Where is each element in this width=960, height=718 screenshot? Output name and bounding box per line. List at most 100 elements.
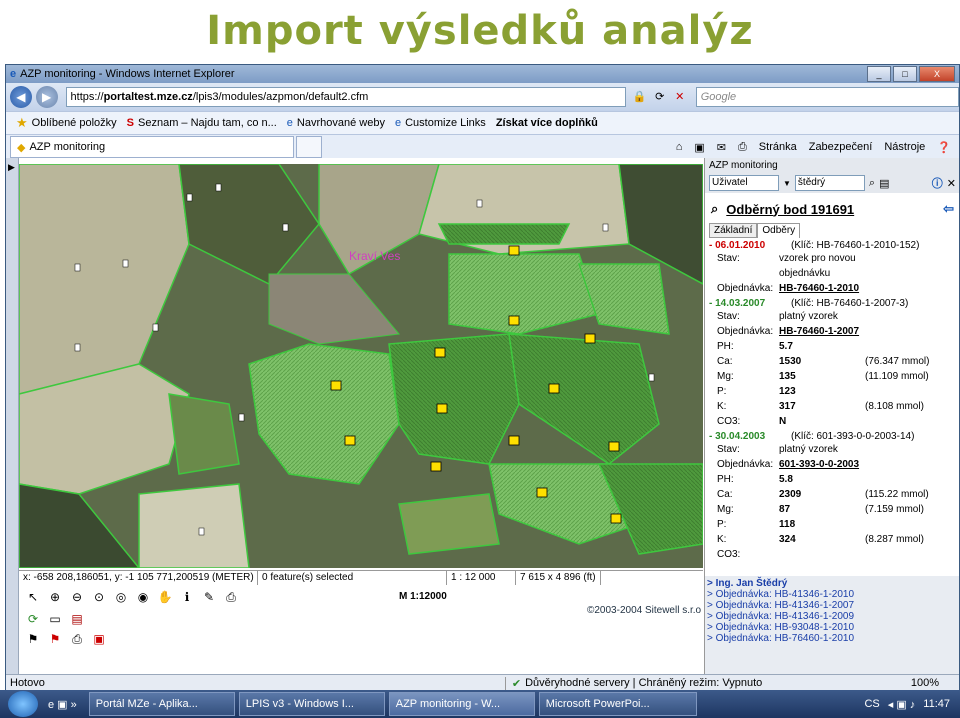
- back-arrow-icon[interactable]: ⇦: [943, 201, 954, 217]
- flag-red-icon[interactable]: ⚑: [47, 631, 63, 647]
- forward-button[interactable]: ▶: [35, 86, 58, 108]
- binoculars-icon[interactable]: ⌕: [869, 177, 875, 190]
- record-row: P: 123: [717, 384, 956, 399]
- tab-azp-monitoring[interactable]: ◆ AZP monitoring: [10, 136, 294, 158]
- print-icon[interactable]: ⎙: [738, 141, 747, 154]
- quicklaunch-icons[interactable]: e ▣ »: [48, 698, 77, 711]
- expand-arrow-icon[interactable]: ▶: [8, 162, 18, 173]
- back-button[interactable]: ◀: [10, 86, 32, 108]
- user-search-input[interactable]: štědrý: [794, 175, 865, 191]
- fav-link-addons[interactable]: Získat více doplňků: [496, 117, 598, 129]
- taskbar-item-portal[interactable]: Portál MZe - Aplika...: [88, 692, 235, 716]
- url-host: portaltest.mze.cz: [103, 91, 193, 103]
- user-type-select[interactable]: Uživatel: [709, 175, 779, 191]
- feeds-icon[interactable]: ▣: [694, 141, 704, 154]
- identify-icon[interactable]: ℹ: [179, 589, 195, 605]
- tray-icons[interactable]: ◂ ▣ ♪: [888, 698, 916, 711]
- record-field-value: 1530: [779, 356, 802, 367]
- fav-link-customize[interactable]: e Customize Links: [395, 117, 486, 129]
- order-link[interactable]: > Objednávka: HB-93048-1-2010: [707, 622, 959, 633]
- record-field-value: 123: [779, 386, 796, 397]
- flag-icon[interactable]: ⚑: [25, 631, 41, 647]
- map-view[interactable]: Kraví Ves: [19, 164, 703, 568]
- home-icon[interactable]: ⌂: [676, 141, 683, 153]
- order-link[interactable]: 601-393-0-0-2003: [779, 457, 865, 472]
- taskbar-item-azp[interactable]: AZP monitoring - W...: [388, 692, 535, 716]
- record-date[interactable]: - 06.01.2010: [709, 240, 779, 251]
- order-link[interactable]: > Objednávka: HB-41346-1-2007: [707, 600, 959, 611]
- layer-icon[interactable]: ▤: [69, 611, 85, 627]
- order-link[interactable]: > Objednávka: HB-41346-1-2009: [707, 611, 959, 622]
- url-field[interactable]: https:// portaltest.mze.cz /lpis3/module…: [65, 87, 626, 107]
- order-link[interactable]: HB-76460-1-2007: [779, 324, 865, 339]
- tools-menu[interactable]: Nástroje: [884, 141, 925, 153]
- start-button[interactable]: [8, 691, 38, 717]
- page-icon: ◆: [17, 141, 26, 154]
- taskbar-item-powerpoint[interactable]: Microsoft PowerPoi...: [538, 692, 697, 716]
- record-field-label: CO3:: [717, 416, 741, 427]
- taskbar-item-lpis[interactable]: LPIS v3 - Windows I...: [238, 692, 385, 716]
- record-field-label: Objednávka:: [717, 326, 774, 337]
- order-link[interactable]: HB-76460-1-2010: [779, 281, 865, 296]
- zoom-level[interactable]: 100%: [911, 677, 939, 689]
- zoom-window-icon[interactable]: ⊙: [91, 589, 107, 605]
- search-input[interactable]: Google: [695, 87, 959, 107]
- record-field-label: Objednávka:: [717, 459, 774, 470]
- close-panel-icon[interactable]: ✕: [947, 177, 956, 190]
- new-tab-button[interactable]: [296, 136, 322, 158]
- browser-window: e AZP monitoring - Windows Internet Expl…: [5, 64, 960, 691]
- taskbar: e ▣ » Portál MZe - Aplika... LPIS v3 - W…: [0, 690, 960, 718]
- fav-link-seznam[interactable]: S Seznam – Najdu tam, co n...: [127, 117, 277, 129]
- record-field-label: Stav:: [717, 253, 740, 264]
- refresh-icon[interactable]: ⟳: [652, 89, 668, 105]
- lock-icon[interactable]: 🔒: [632, 89, 648, 105]
- mail-icon[interactable]: ✉: [717, 141, 726, 154]
- export-icon[interactable]: ▣: [91, 631, 107, 647]
- close-button[interactable]: X: [919, 66, 955, 82]
- expand-panel-strip[interactable]: ▶: [6, 158, 19, 674]
- record-field-value: 2309: [779, 489, 802, 500]
- sample-record: - 14.03.2007 (Klíč: HB-76460-1-2007-3) Sta…: [705, 298, 959, 429]
- zoom-in-icon[interactable]: ⊕: [47, 589, 63, 605]
- record-date[interactable]: - 14.03.2007: [709, 298, 779, 309]
- orthophoto-map[interactable]: Kraví Ves: [19, 164, 703, 568]
- security-menu[interactable]: Zabezpečení: [809, 141, 873, 153]
- zoom-full-icon[interactable]: ◉: [135, 589, 151, 605]
- ruler-icon[interactable]: ▭: [47, 611, 63, 627]
- copyright-text: ©2003-2004 Sitewell s.r.o: [587, 605, 702, 616]
- fav-link-suggested[interactable]: e Navrhované weby: [287, 117, 385, 129]
- record-field-mmol: (8.287 mmol): [865, 534, 924, 545]
- printer-icon[interactable]: ⎙: [69, 631, 85, 647]
- language-indicator[interactable]: CS: [864, 698, 879, 710]
- info-icon[interactable]: ⓘ: [932, 175, 943, 191]
- search-icon[interactable]: ⌕: [711, 201, 718, 217]
- help-icon[interactable]: ❓: [937, 141, 951, 154]
- record-field-label: Stav:: [717, 444, 740, 455]
- page-menu[interactable]: Stránka: [759, 141, 797, 153]
- select-arrow-icon[interactable]: ↖: [25, 589, 41, 605]
- pan-icon[interactable]: ✋: [157, 589, 173, 605]
- refresh-map-icon[interactable]: ⟳: [25, 611, 41, 627]
- bod-title-row: ⌕ Odběrný bod 191691 ⇦: [711, 201, 959, 217]
- chevron-down-icon[interactable]: ▼: [783, 179, 791, 188]
- zoom-prev-icon[interactable]: ◎: [113, 589, 129, 605]
- minimize-button[interactable]: _: [867, 66, 891, 82]
- maximize-button[interactable]: □: [893, 66, 917, 82]
- tab-zakladni[interactable]: Základní: [709, 223, 758, 238]
- measure-icon[interactable]: ✎: [201, 589, 217, 605]
- record-date[interactable]: - 30.04.2003: [709, 431, 779, 442]
- clock[interactable]: 11:47: [923, 698, 950, 710]
- user-link[interactable]: > Ing. Jan Štědrý: [707, 578, 959, 589]
- list-icon[interactable]: ▤: [879, 177, 889, 190]
- map-extent: 7 615 x 4 896 (ft): [516, 571, 601, 585]
- sample-records: - 06.01.2010 (Klíč: HB-76460-1-2010-152) S…: [705, 240, 959, 562]
- record-field-mmol: (115.22 mmol): [865, 489, 929, 500]
- tab-odbery[interactable]: Odběry: [757, 223, 801, 238]
- print-map-icon[interactable]: ⎙: [223, 589, 239, 605]
- favorites-button[interactable]: ★ Oblíbené položky: [16, 115, 117, 131]
- order-link[interactable]: > Objednávka: HB-76460-1-2010: [707, 633, 959, 644]
- stop-icon[interactable]: ✕: [672, 89, 688, 105]
- record-header: - 30.04.2003 (Klíč: 601-393-0-0-2003-14): [709, 431, 956, 442]
- order-link[interactable]: > Objednávka: HB-41346-1-2010: [707, 589, 959, 600]
- zoom-out-icon[interactable]: ⊖: [69, 589, 85, 605]
